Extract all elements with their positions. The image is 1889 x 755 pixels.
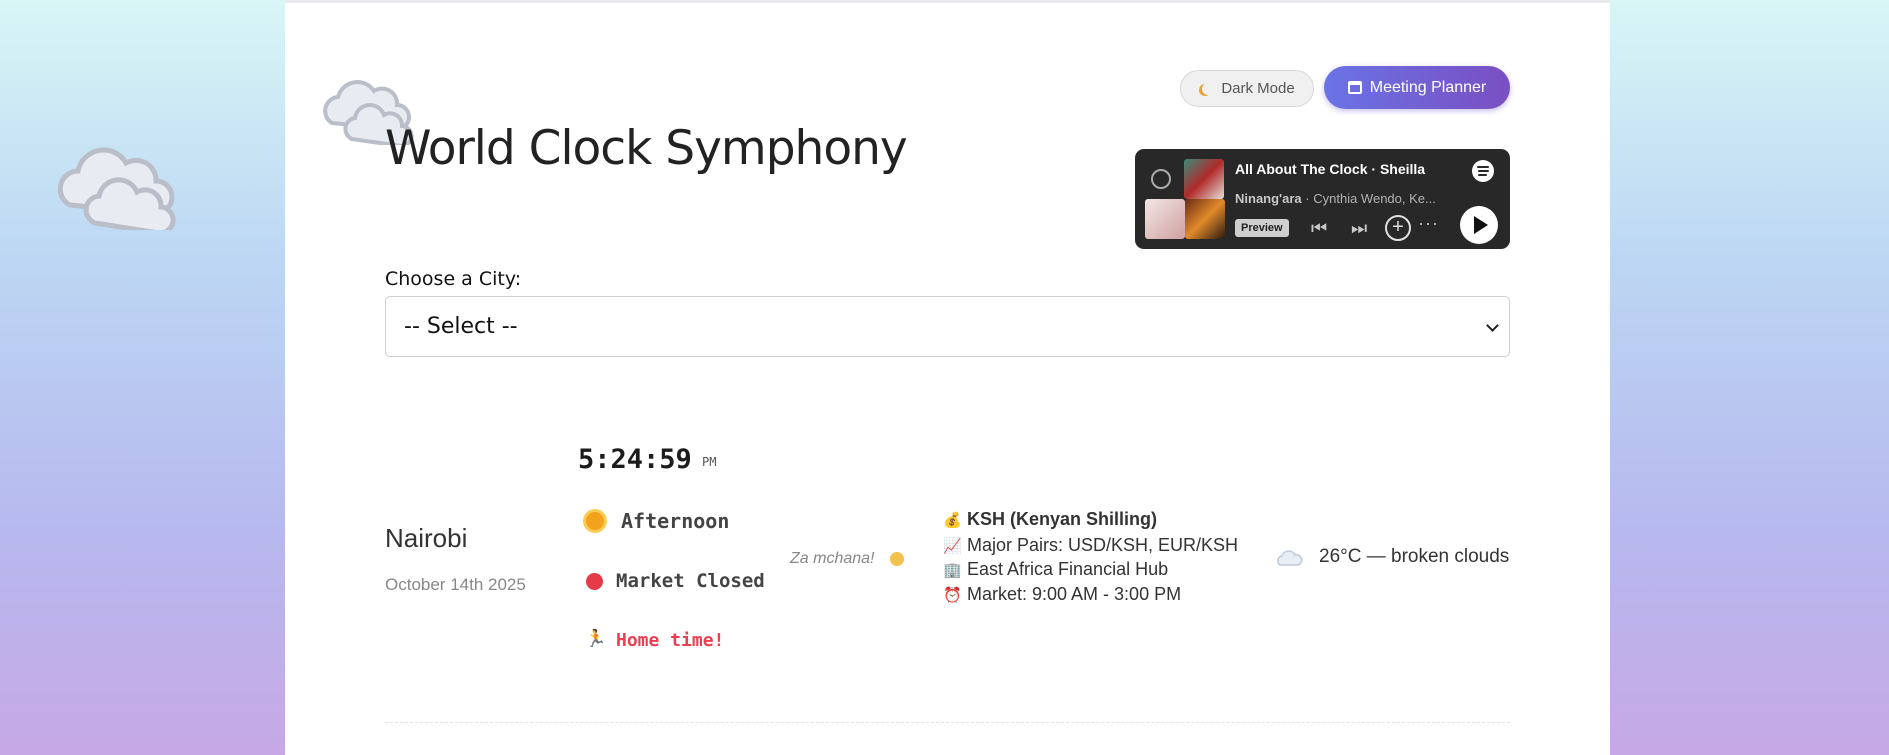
market-status: Market Closed [616,570,765,592]
red-circle-icon [586,573,603,590]
meeting-planner-label: Meeting Planner [1369,78,1487,96]
album-art-thumb [1145,199,1185,239]
more-options-icon[interactable]: ··· [1418,213,1439,234]
divider [385,722,1510,723]
cloud-icon [1277,550,1303,566]
city-select[interactable]: -- Select -- [385,296,1510,357]
track-title[interactable]: All About The Clock · Sheilla [1235,161,1425,177]
meeting-planner-button[interactable]: Meeting Planner [1324,66,1510,109]
clock-ampm: PM [702,455,717,469]
main-card: World Clock Symphony Dark Mode Meeting P… [285,0,1610,755]
album-info[interactable]: Ninang'ara · Cynthia Wendo, Ke... [1235,191,1475,206]
city-select-label: Choose a City: [385,268,522,290]
previous-track-icon[interactable]: ⏮ [1311,218,1327,239]
weather-info: 26°C — broken clouds [1319,546,1510,567]
alarm-clock-icon: ⏰ [943,587,962,604]
album-art-small-icon [1151,169,1171,189]
city-name: Nairobi [385,523,468,553]
status-message: Home time! [616,630,725,651]
city-date: October 14th 2025 [385,575,526,594]
money-bag-icon: 💰 [943,512,962,529]
preview-badge: Preview [1235,219,1289,237]
city-select-value: -- Select -- [404,314,518,339]
play-button[interactable] [1460,206,1498,244]
spotify-icon[interactable] [1472,160,1494,182]
dark-mode-label: Dark Mode [1221,80,1295,97]
clock-time: 5:24:59 [578,444,692,475]
sun-icon [890,552,904,566]
chevron-down-icon [1486,319,1499,332]
moon-icon [1202,83,1214,95]
calendar-icon [1347,81,1362,94]
major-pairs-info: 📈 Major Pairs: USD/KSH, EUR/KSH [943,535,1239,555]
time-period: Afternoon [621,509,730,533]
decorative-cloud-icon [57,147,176,230]
runner-icon: 🏃 [585,629,607,648]
album-art-cover [1184,159,1224,199]
page-title: World Clock Symphony [385,121,908,176]
building-icon: 🏢 [943,562,962,579]
spotify-player: All About The Clock · Sheilla Ninang'ara… [1135,149,1510,249]
dark-mode-button[interactable]: Dark Mode [1180,70,1314,107]
album-art-thumb [1185,199,1225,239]
currency-info: 💰 KSH (Kenyan Shilling) [943,509,1158,529]
market-hours-info: ⏰ Market: 9:00 AM - 3:00 PM [943,584,1182,604]
next-track-icon[interactable]: ⏭ [1351,218,1367,239]
financial-hub-info: 🏢 East Africa Financial Hub [943,559,1169,579]
add-to-library-icon[interactable]: + [1385,215,1411,241]
chart-icon: 📈 [943,538,962,555]
local-greeting: Za mchana! [790,550,875,567]
sun-icon [586,512,604,530]
